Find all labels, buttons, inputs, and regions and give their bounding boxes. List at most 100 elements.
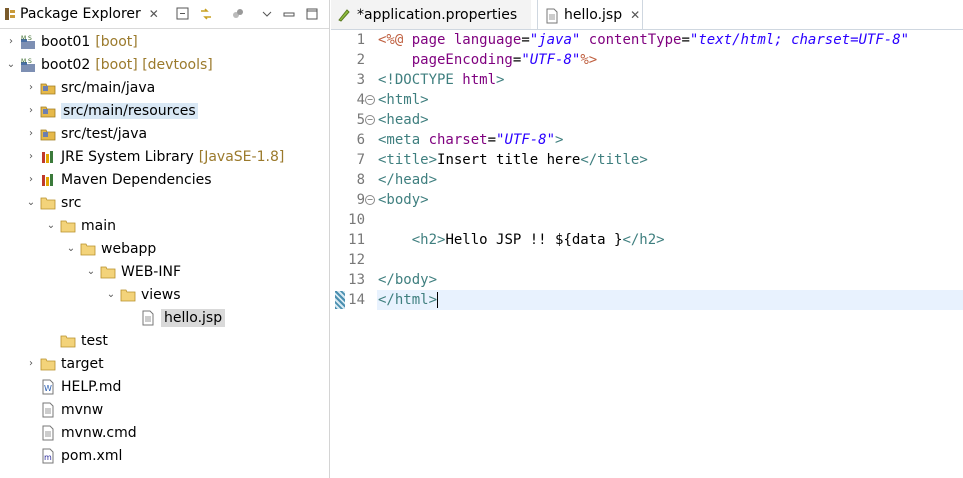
code-line[interactable] bbox=[377, 210, 963, 230]
tree-item-label: pom.xml bbox=[61, 447, 123, 464]
tree-item[interactable]: W HELP.md bbox=[24, 375, 121, 398]
code-line[interactable]: <head> bbox=[377, 110, 963, 130]
folder-icon bbox=[40, 195, 56, 211]
tree-item[interactable]: › src/test/java bbox=[24, 122, 147, 145]
chevron-right-icon[interactable]: › bbox=[4, 36, 18, 47]
code-token: page bbox=[411, 32, 454, 48]
tree-item[interactable]: ⌄ views bbox=[104, 283, 181, 306]
code-editor[interactable]: <%@ page language="java" contentType="te… bbox=[377, 30, 963, 478]
chevron-down-icon[interactable]: ⌄ bbox=[64, 243, 78, 254]
chevron-down-icon[interactable]: ⌄ bbox=[104, 289, 118, 300]
line-number: 5 bbox=[356, 112, 365, 128]
close-icon[interactable]: ✕ bbox=[630, 8, 640, 22]
chevron-right-icon[interactable]: › bbox=[24, 151, 38, 162]
view-menu-icon[interactable] bbox=[259, 6, 275, 22]
chevron-right-icon[interactable]: › bbox=[24, 174, 38, 185]
chevron-down-icon[interactable]: ⌄ bbox=[24, 197, 38, 208]
library-icon bbox=[40, 172, 56, 188]
tree-item[interactable]: mvnw.cmd bbox=[24, 421, 137, 444]
source-folder-icon bbox=[40, 103, 56, 119]
tree-item[interactable]: hello.jsp bbox=[124, 306, 226, 329]
code-line[interactable]: <html> bbox=[377, 90, 963, 110]
code-line[interactable]: <meta charset="UTF-8"> bbox=[377, 130, 963, 150]
tree-item-label: src/test/java bbox=[61, 125, 148, 142]
tree-item-label: src/main/resources bbox=[61, 102, 198, 119]
code-line[interactable]: <body> bbox=[377, 190, 963, 210]
tree-item[interactable]: m pom.xml bbox=[24, 444, 122, 467]
tree-item[interactable]: mvnw bbox=[24, 398, 103, 421]
properties-file-icon bbox=[337, 8, 351, 22]
close-icon[interactable]: ✕ bbox=[149, 7, 159, 21]
package-explorer-icon bbox=[4, 7, 16, 21]
svg-text:M: M bbox=[21, 35, 26, 42]
tree-item[interactable]: ⌄ webapp bbox=[64, 237, 157, 260]
fold-toggle-icon[interactable]: − bbox=[365, 115, 375, 125]
chevron-down-icon[interactable]: ⌄ bbox=[4, 59, 18, 70]
code-token: "UTF-8" bbox=[496, 132, 556, 148]
tree-item[interactable]: › M Sboot01 [boot] bbox=[4, 30, 138, 53]
tree-item-label: Maven Dependencies bbox=[61, 171, 212, 188]
tree-item[interactable]: ⌄ M Sboot02 [boot] [devtools] bbox=[4, 53, 213, 76]
code-token: = bbox=[681, 32, 690, 48]
jsp-file-icon bbox=[544, 8, 558, 23]
tree-item[interactable]: ⌄ WEB-INF bbox=[84, 260, 181, 283]
code-line[interactable]: <title>Insert title here</title> bbox=[377, 150, 963, 170]
code-line[interactable] bbox=[377, 250, 963, 270]
tree-item-label: WEB-INF bbox=[121, 263, 181, 280]
svg-text:W: W bbox=[44, 384, 52, 393]
link-with-editor-icon[interactable] bbox=[198, 6, 214, 22]
code-token: </title> bbox=[580, 152, 648, 168]
code-line[interactable]: <h2>Hello JSP !! ${data }</h2> bbox=[377, 230, 963, 250]
code-line[interactable]: pageEncoding="UTF-8"%> bbox=[377, 50, 963, 70]
package-explorer-title: Package Explorer bbox=[20, 6, 141, 22]
line-number: 3 bbox=[356, 72, 365, 88]
tree-item[interactable]: › target bbox=[24, 352, 104, 375]
code-token: "text/html; charset=UTF-8" bbox=[689, 32, 910, 48]
code-token: <meta bbox=[378, 132, 429, 148]
tree-item[interactable]: test bbox=[44, 329, 108, 352]
maximize-icon[interactable] bbox=[304, 6, 320, 22]
tree-item-label: mvnw.cmd bbox=[61, 424, 137, 441]
tree-item-decoration: [JavaSE-1.8] bbox=[198, 148, 285, 165]
tree-item[interactable]: › src/main/java bbox=[24, 76, 155, 99]
editor-tab-label: *application.properties bbox=[357, 6, 518, 23]
chevron-right-icon[interactable]: › bbox=[24, 358, 38, 369]
fold-toggle-icon[interactable]: − bbox=[365, 195, 375, 205]
code-line[interactable]: <!DOCTYPE html> bbox=[377, 70, 963, 90]
code-line[interactable]: </head> bbox=[377, 170, 963, 190]
fold-toggle-icon[interactable]: − bbox=[365, 95, 375, 105]
chevron-down-icon[interactable]: ⌄ bbox=[84, 266, 98, 277]
tree-item[interactable]: ⌄ main bbox=[44, 214, 116, 237]
chevron-right-icon[interactable]: › bbox=[24, 82, 38, 93]
minimize-icon[interactable] bbox=[281, 6, 297, 22]
editor-tab[interactable]: *application.properties bbox=[331, 0, 531, 29]
editor-tab[interactable]: hello.jsp ✕ bbox=[537, 0, 643, 29]
spring-project-icon: MS bbox=[20, 57, 36, 73]
package-explorer-tab[interactable]: Package Explorer ✕ bbox=[0, 0, 162, 28]
folder-icon bbox=[80, 241, 96, 257]
tree-item[interactable]: › Maven Dependencies bbox=[24, 168, 212, 191]
tree-item[interactable]: ⌄ src bbox=[24, 191, 82, 214]
tree-item-label: boot02 bbox=[41, 56, 91, 73]
code-line[interactable]: </body> bbox=[377, 270, 963, 290]
svg-text:S: S bbox=[28, 58, 32, 65]
tree-item[interactable]: › JRE System Library [JavaSE-1.8] bbox=[24, 145, 284, 168]
chevron-right-icon[interactable]: › bbox=[24, 128, 38, 139]
code-token: Insert title here bbox=[437, 152, 581, 168]
collapse-all-icon[interactable] bbox=[175, 6, 191, 22]
chevron-down-icon[interactable]: ⌄ bbox=[44, 220, 58, 231]
filter-icon[interactable] bbox=[230, 6, 246, 22]
tree-item-label: webapp bbox=[101, 240, 157, 257]
code-line[interactable]: </html> bbox=[377, 290, 963, 310]
library-icon bbox=[40, 149, 56, 165]
tree-item[interactable]: › src/main/resources bbox=[24, 99, 198, 122]
line-number: 6 bbox=[356, 132, 365, 148]
code-token: charset bbox=[428, 132, 488, 148]
chevron-right-icon[interactable]: › bbox=[24, 105, 38, 116]
code-token: </h2> bbox=[622, 232, 665, 248]
code-line[interactable]: <%@ page language="java" contentType="te… bbox=[377, 30, 963, 50]
text-file-icon bbox=[40, 402, 56, 418]
code-token: html bbox=[462, 72, 497, 88]
